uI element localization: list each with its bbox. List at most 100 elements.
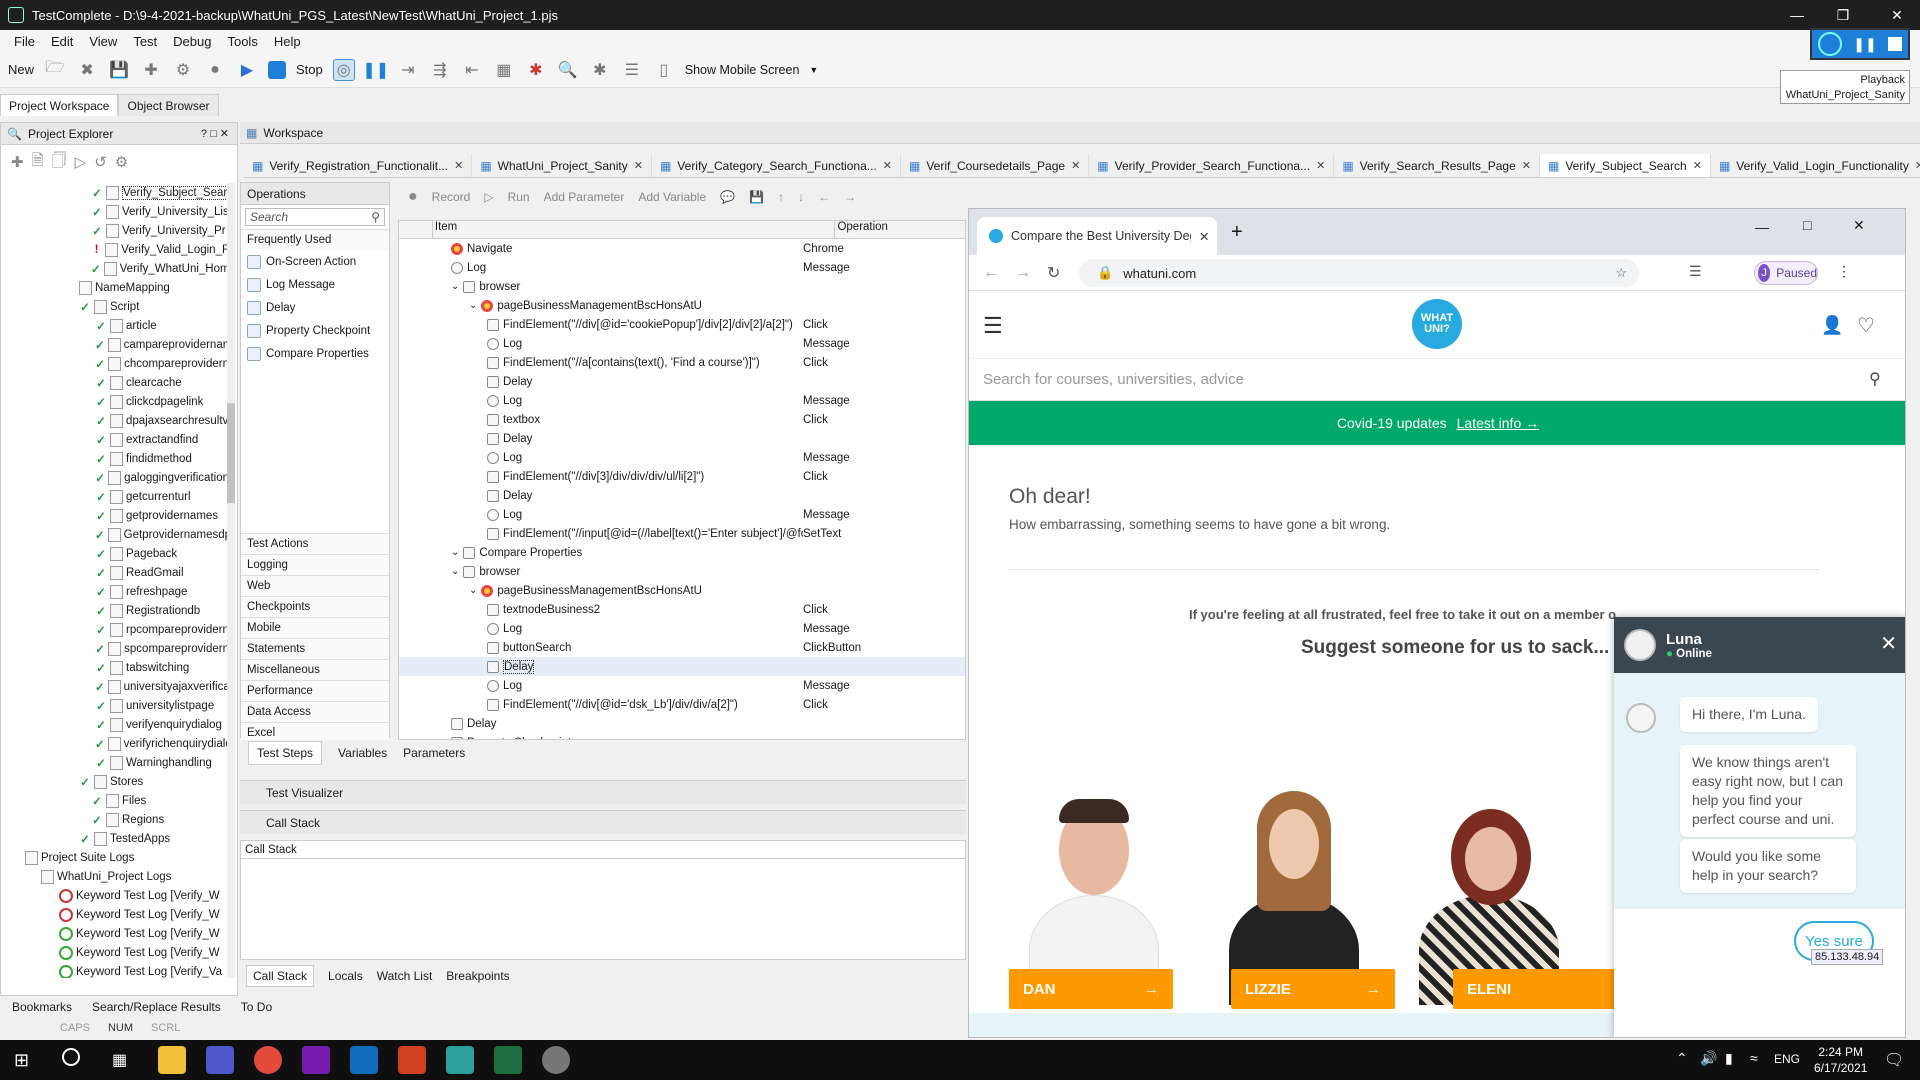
volume-icon[interactable]: 🔊 [1700,1050,1717,1067]
hamburger-menu-icon[interactable]: ☰ [983,313,1003,339]
close-tab-icon[interactable]: ✕ [1316,159,1325,172]
tree-item[interactable]: ✓ Verify_University_Pr [1,221,229,240]
open-icon[interactable]: 🗁 [44,59,66,81]
operation-category[interactable]: Miscellaneous [241,659,389,680]
save-icon[interactable]: 💾 [108,59,130,81]
lizzie-button[interactable]: LIZZIE → [1231,969,1395,1009]
tree-item[interactable]: ✓ galoggingverification [1,468,229,487]
mobile-icon[interactable]: ▯ [653,59,675,81]
stop-icon[interactable] [268,60,287,79]
language-indicator[interactable]: ENG [1774,1052,1800,1066]
chrome-tab[interactable]: Compare the Best University Deg ✕ [977,217,1217,255]
tree-item[interactable]: Keyword Test Log [Verify_Va [1,962,229,978]
tree-item[interactable]: ✓ Files [1,791,229,810]
tree-item[interactable]: ✓ universitylistpage [1,696,229,715]
close-tab-icon[interactable]: ✕ [1522,159,1531,172]
grid-row[interactable]: Log Message [399,619,965,638]
record-icon[interactable]: ● [204,59,226,81]
run-icon[interactable]: ▷ [484,190,493,204]
tree-item[interactable]: Keyword Test Log [Verify_W [1,905,229,924]
move-left-icon[interactable]: ← [818,190,830,204]
doc-tab[interactable]: ▦ Verify_Subject_Search ✕ [1539,154,1711,177]
user-icon[interactable]: 👤 [1821,315,1843,336]
doc-tab[interactable]: ▦ Verify_Category_Search_Functiona... ✕ [652,154,901,177]
close-tab-icon[interactable]: ✕ [1915,159,1920,172]
close-window-icon[interactable]: ✕ [1853,217,1865,234]
menu-tools[interactable]: Tools [227,34,257,49]
menu-test[interactable]: Test [133,34,157,49]
grid-row[interactable]: Delay [399,714,965,733]
grid-row[interactable]: FindElement("//input[@id=(//label[text()… [399,524,965,543]
tree-item[interactable]: Keyword Test Log [Verify_W [1,924,229,943]
operation-item[interactable]: Compare Properties [241,342,389,365]
tree-item[interactable]: ✓ Script [1,297,229,316]
chrome-menu-icon[interactable]: ⋮ [1837,263,1851,280]
operation-category[interactable]: Mobile [241,617,389,638]
menu-help[interactable]: Help [274,34,301,49]
grid-row[interactable]: FindElement("//a[contains(text(), 'Find … [399,353,965,372]
restore-icon[interactable]: ❐ [1820,0,1866,30]
tree-item[interactable]: NameMapping [1,278,229,297]
file-explorer-icon[interactable] [158,1046,186,1074]
tree-item[interactable]: ✓ rpcompareprovidern [1,620,229,639]
history-icon[interactable]: ↺ [94,153,107,171]
tree-item[interactable]: Project Suite Logs [1,848,229,867]
outlook-icon[interactable] [350,1046,378,1074]
inspect-icon[interactable]: 🔍 [557,59,579,81]
tree-item[interactable]: ✓ clickcdpagelink [1,392,229,411]
add-icon[interactable]: ✚ [11,153,24,171]
operation-item[interactable]: Property Checkpoint [241,319,389,342]
tab-variables[interactable]: Variables [338,746,387,760]
tab-parameters[interactable]: Parameters [403,746,465,760]
grid-row[interactable]: Delay [399,486,965,505]
comment-icon[interactable]: 💬 [720,190,735,204]
dan-button[interactable]: DAN → [1009,969,1173,1009]
excel-icon[interactable] [494,1046,522,1074]
pause-icon[interactable]: ❚❚ [362,59,389,81]
menu-edit[interactable]: Edit [51,34,73,49]
grid-icon[interactable]: ▦ [493,59,515,81]
record-button[interactable]: Record [432,190,471,204]
grid-row[interactable]: Log Message [399,258,965,277]
operation-item[interactable]: Delay [241,296,389,319]
pane-close-icon[interactable]: ? □ ✕ [201,127,229,140]
list-icon[interactable]: ☰ [621,59,643,81]
tool-icon[interactable] [542,1046,570,1074]
debug-target-icon[interactable]: ◎ [332,58,355,81]
add-parameter-button[interactable]: Add Parameter [544,190,625,204]
add-item-icon[interactable]: ✚ [140,59,162,81]
tree-item[interactable]: ✓ campareprovidernam [1,335,229,354]
grid-row[interactable]: Log Message [399,334,965,353]
tree-item[interactable]: ✓ chcompareprovidern [1,354,229,373]
expand-icon[interactable]: ⌄ [451,566,459,577]
tree-item[interactable]: ✓ findidmethod [1,449,229,468]
tree-scrollbar[interactable] [227,183,235,978]
tray-chevron-icon[interactable]: ⌃ [1676,1050,1688,1067]
record-icon[interactable]: ● [408,188,418,206]
tab-bookmarks[interactable]: Bookmarks [12,1000,72,1014]
bug-x-icon[interactable]: ✱ [589,59,611,81]
play-icon[interactable]: ▶ [236,59,258,81]
grid-row[interactable]: ⌄ browser [399,277,965,296]
playback-pause-icon[interactable]: ❚❚ [1853,36,1876,53]
doc-tab[interactable]: ▦ Verif_Coursedetails_Page ✕ [901,154,1090,177]
grid-row[interactable]: ⌄ pageBusinessManagementBscHonsAtU [399,581,965,600]
playback-target-icon[interactable] [1817,32,1842,56]
tab-breakpoints[interactable]: Breakpoints [446,969,509,983]
grid-row[interactable]: Log Message [399,505,965,524]
tree-item[interactable]: ✓ verifyrichenquirydialo [1,734,229,753]
tree-item[interactable]: ✓ universityajaxverifica [1,677,229,696]
run-button[interactable]: Run [508,190,530,204]
call-stack-bar[interactable]: Call Stack [240,810,966,834]
tree-item[interactable]: ✓ Pageback [1,544,229,563]
tree-item[interactable]: ✓ Verify_University_Lis [1,202,229,221]
chat-close-icon[interactable]: ✕ [1880,631,1897,656]
tree-item[interactable]: ✓ article [1,316,229,335]
operations-search[interactable]: Search ⚲ [245,208,385,226]
save-step-icon[interactable]: 💾 [749,190,764,204]
grid-row[interactable]: textnodeBusiness2 Click [399,600,965,619]
new-tab-icon[interactable]: + [1231,221,1243,244]
onenote-icon[interactable] [302,1046,330,1074]
clock[interactable]: 2:24 PM 6/17/2021 [1814,1044,1867,1076]
playback-stop-icon[interactable] [1888,37,1903,51]
